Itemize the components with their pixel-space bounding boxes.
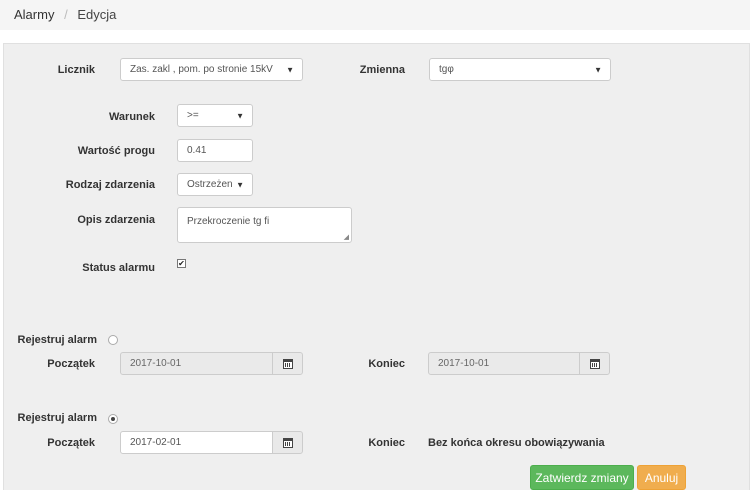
- zmienna-value: tgφ: [439, 64, 454, 75]
- rejestruj-alarm-2-radio[interactable]: [108, 414, 118, 424]
- licznik-value: Zas. zakl , pom. po stronie 15kV: [130, 64, 273, 75]
- koniec-2-value: Bez końca okresu obowiązywania: [428, 437, 605, 449]
- wartosc-progu-label: Wartość progu: [77, 145, 155, 157]
- warunek-label: Warunek: [108, 111, 155, 123]
- breadcrumb: Alarmy / Edycja: [0, 0, 750, 30]
- breadcrumb-current: Edycja: [77, 7, 117, 22]
- submit-button[interactable]: Zatwierdz zmiany: [530, 465, 634, 490]
- koniec-1-value: 2017-10-01: [438, 358, 490, 369]
- caret-down-icon: ▼: [286, 65, 294, 74]
- poczatek-1-label: Początek: [47, 358, 95, 370]
- calendar-icon: [282, 437, 293, 448]
- rodzaj-zdarzenia-value: Ostrzeżen: [187, 179, 233, 190]
- calendar-icon: [589, 358, 600, 369]
- opis-zdarzenia-label: Opis zdarzenia: [77, 214, 155, 226]
- status-alarmu-checkbox[interactable]: ✔: [177, 259, 186, 268]
- rejestruj-alarm-1-label: Rejestruj alarm: [17, 334, 97, 346]
- poczatek-1-calendar-button[interactable]: [272, 352, 303, 375]
- rodzaj-zdarzenia-label: Rodzaj zdarzenia: [65, 179, 155, 191]
- licznik-select[interactable]: Zas. zakl , pom. po stronie 15kV ▼: [120, 58, 303, 81]
- licznik-label: Licznik: [57, 64, 95, 76]
- zmienna-label: Zmienna: [359, 64, 405, 76]
- warunek-value: >=: [187, 110, 199, 121]
- wartosc-progu-value: 0.41: [187, 145, 207, 156]
- caret-down-icon: ▼: [594, 65, 602, 74]
- koniec-1-input[interactable]: 2017-10-01: [428, 352, 580, 375]
- caret-down-icon: ▼: [236, 111, 244, 120]
- poczatek-2-calendar-button[interactable]: [272, 431, 303, 454]
- rejestruj-alarm-1-radio[interactable]: [108, 335, 118, 345]
- rodzaj-zdarzenia-select[interactable]: Ostrzeżen ▼: [177, 173, 253, 196]
- resize-grip-icon[interactable]: ◢: [344, 233, 349, 241]
- breadcrumb-separator: /: [64, 7, 68, 22]
- checkmark-icon: ✔: [178, 259, 185, 268]
- status-alarmu-label: Status alarmu: [82, 262, 155, 274]
- rejestruj-alarm-2-label: Rejestruj alarm: [17, 412, 97, 424]
- koniec-1-calendar-button[interactable]: [579, 352, 610, 375]
- calendar-icon: [282, 358, 293, 369]
- opis-zdarzenia-textarea[interactable]: Przekroczenie tg fi ◢: [177, 207, 352, 243]
- poczatek-1-input[interactable]: 2017-10-01: [120, 352, 273, 375]
- poczatek-2-input[interactable]: 2017-02-01: [120, 431, 273, 454]
- warunek-select[interactable]: >= ▼: [177, 104, 253, 127]
- caret-down-icon: ▼: [236, 180, 244, 189]
- wartosc-progu-input[interactable]: 0.41: [177, 139, 253, 162]
- zmienna-select[interactable]: tgφ ▼: [429, 58, 611, 81]
- poczatek-1-value: 2017-10-01: [130, 358, 182, 369]
- poczatek-2-value: 2017-02-01: [130, 437, 182, 448]
- poczatek-2-label: Początek: [47, 437, 95, 449]
- cancel-button[interactable]: Anuluj: [637, 465, 686, 490]
- koniec-1-label: Koniec: [368, 358, 405, 370]
- breadcrumb-alarmy[interactable]: Alarmy: [14, 7, 54, 22]
- opis-zdarzenia-value: Przekroczenie tg fi: [187, 216, 270, 227]
- koniec-2-label: Koniec: [368, 437, 405, 449]
